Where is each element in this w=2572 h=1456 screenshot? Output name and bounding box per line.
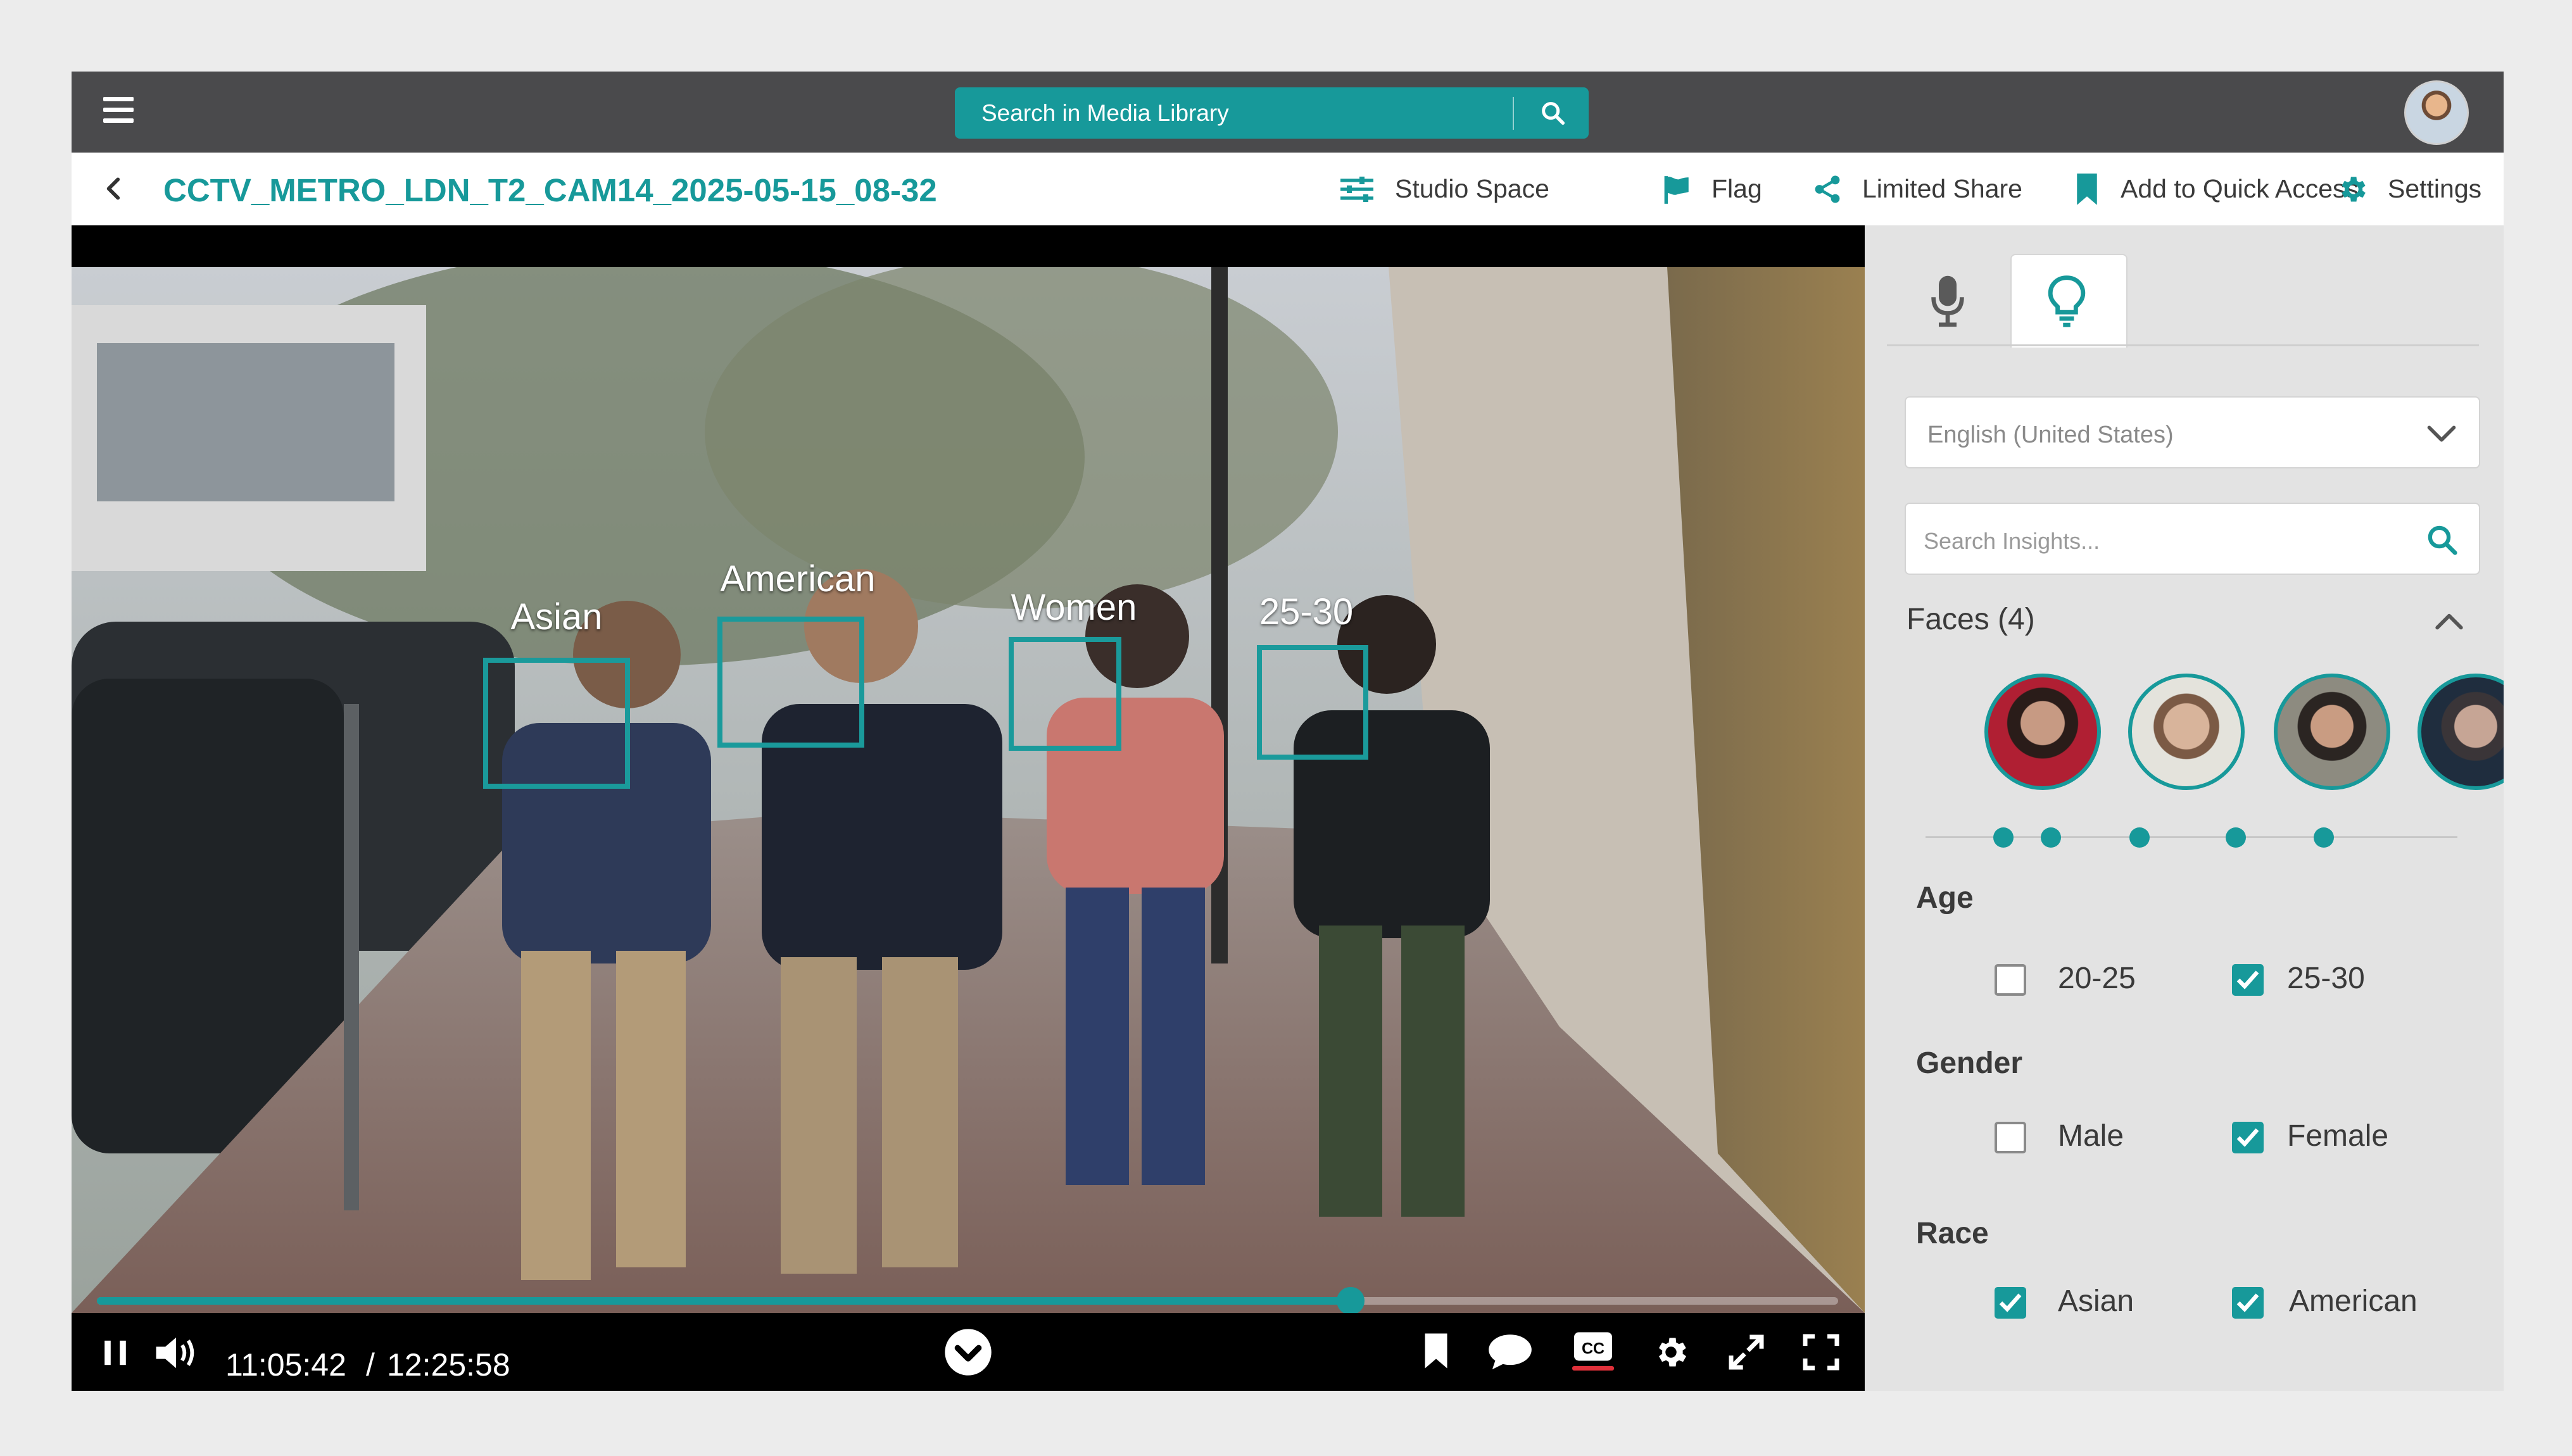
chevron-down-circle-icon[interactable] [943, 1327, 993, 1378]
total-time: 12:25:58 [387, 1347, 510, 1383]
back-chevron-icon[interactable] [98, 173, 130, 204]
chevron-down-icon [2427, 425, 2456, 442]
face-box-asian[interactable] [483, 658, 630, 789]
face-box-age[interactable] [1257, 645, 1368, 760]
face-label-asian: Asian [510, 596, 603, 637]
bookmark-icon [2077, 173, 2097, 205]
gear-icon[interactable] [1652, 1333, 1690, 1371]
top-bar: Search in Media Library [72, 72, 2504, 153]
face-label-women: Women [1011, 587, 1137, 628]
race-american-label: American [2289, 1284, 2418, 1318]
studio-space-button[interactable]: Studio Space [1338, 153, 1549, 225]
timeline-marker[interactable] [1993, 827, 2014, 848]
race-american-checkbox[interactable] [2232, 1287, 2264, 1319]
race-asian-checkbox[interactable] [1995, 1287, 2026, 1319]
face-box-women[interactable] [1009, 637, 1121, 751]
insights-search-placeholder: Search Insights... [1924, 528, 2100, 554]
share-icon [1815, 175, 1840, 203]
add-quick-access-button[interactable]: Add to Quick Access [2072, 153, 2359, 225]
device-frame: Search in Media Library CCTV_METRO_LDN_T… [0, 0, 2572, 1456]
cc-active-indicator [1572, 1366, 1614, 1371]
search-divider [1513, 97, 1514, 130]
bookmark-icon[interactable] [1420, 1331, 1452, 1371]
chevron-up-icon[interactable] [2433, 608, 2465, 634]
age-25-30-label: 25-30 [2287, 962, 2365, 995]
video-frame [72, 267, 1865, 1313]
seek-bar[interactable] [97, 1287, 1838, 1315]
limited-share-button[interactable]: Limited Share [1812, 153, 2022, 225]
face-thumbnail[interactable] [2128, 674, 2245, 790]
tab-transcript[interactable] [1887, 254, 2007, 344]
search-icon[interactable] [1539, 99, 1568, 128]
face-label-american: American [720, 558, 876, 599]
video-player[interactable]: Asian American Women 25-30 CC 11:05:42 /… [72, 225, 1865, 1391]
hamburger-menu-icon[interactable] [103, 97, 134, 127]
face-thumbnail[interactable] [1984, 674, 2101, 790]
age-heading: Age [1916, 881, 1974, 915]
pause-icon[interactable] [100, 1337, 130, 1369]
settings-button[interactable]: Settings [2336, 153, 2481, 225]
search-placeholder[interactable]: Search in Media Library [981, 100, 1229, 127]
flag-button[interactable]: Flag [1661, 153, 1762, 225]
age-20-25-label: 20-25 [2058, 962, 2136, 995]
flag-icon [1664, 175, 1689, 204]
timeline-marker[interactable] [2129, 827, 2150, 848]
settings-label: Settings [2388, 174, 2482, 203]
current-time: 11:05:42 [225, 1347, 346, 1383]
age-20-25-checkbox[interactable] [1995, 964, 2026, 996]
face-thumbnail[interactable] [2418, 674, 2504, 790]
seek-bar-played [97, 1297, 1351, 1305]
tab-divider [1887, 344, 2479, 346]
quick-access-label: Add to Quick Access [2121, 174, 2359, 203]
studio-space-label: Studio Space [1395, 174, 1549, 203]
language-select[interactable]: English (United States) [1905, 396, 2480, 468]
timeline-marker[interactable] [2041, 827, 2061, 848]
gear-icon [2342, 177, 2366, 201]
gender-male-checkbox[interactable] [1995, 1122, 2026, 1153]
faces-heading: Faces (4) [1907, 603, 2035, 636]
gender-male-label: Male [2058, 1119, 2124, 1153]
gender-female-label: Female [2287, 1119, 2389, 1153]
tab-insights[interactable] [2010, 254, 2128, 348]
svg-text:CC: CC [1582, 1340, 1604, 1357]
face-thumbnail[interactable] [2274, 674, 2390, 790]
language-value: English (United States) [1927, 422, 2174, 448]
comment-icon[interactable] [1487, 1332, 1534, 1371]
expand-icon[interactable] [1726, 1332, 1767, 1372]
seek-handle[interactable] [1337, 1287, 1365, 1315]
check-icon [2236, 1293, 2259, 1312]
limited-share-label: Limited Share [1862, 174, 2022, 203]
age-25-30-checkbox[interactable] [2232, 964, 2264, 996]
fullscreen-icon[interactable] [1802, 1333, 1840, 1371]
microphone-icon [1931, 275, 1964, 327]
time-separator: / [366, 1347, 375, 1383]
lightbulb-icon [2048, 275, 2086, 327]
search-icon[interactable] [2425, 523, 2459, 557]
media-title: CCTV_METRO_LDN_T2_CAM14_2025-05-15_08-32 [163, 172, 937, 208]
face-box-american[interactable] [717, 617, 864, 748]
gender-female-checkbox[interactable] [2232, 1122, 2264, 1153]
gender-heading: Gender [1916, 1046, 2023, 1080]
check-icon [2236, 970, 2259, 989]
face-label-age: 25-30 [1259, 591, 1354, 632]
insights-search-input[interactable]: Search Insights... [1905, 503, 2480, 575]
check-icon [2236, 1128, 2259, 1147]
media-library-search[interactable]: Search in Media Library [955, 87, 1589, 139]
check-icon [1999, 1293, 2022, 1312]
title-bar: CCTV_METRO_LDN_T2_CAM14_2025-05-15_08-32… [72, 153, 2504, 225]
timeline-marker[interactable] [2226, 827, 2246, 848]
user-avatar[interactable] [2404, 80, 2469, 145]
insights-panel: English (United States) Search Insights.… [1865, 225, 2504, 1391]
race-asian-label: Asian [2058, 1284, 2134, 1318]
race-heading: Race [1916, 1217, 1989, 1250]
closed-captions-button[interactable]: CC [1572, 1331, 1614, 1372]
timeline-marker[interactable] [2314, 827, 2334, 848]
volume-icon[interactable] [153, 1334, 199, 1371]
sliders-icon [1340, 176, 1373, 202]
cc-icon: CC [1574, 1332, 1612, 1361]
flag-label: Flag [1712, 174, 1762, 203]
app-window: Search in Media Library CCTV_METRO_LDN_T… [72, 72, 2504, 1391]
